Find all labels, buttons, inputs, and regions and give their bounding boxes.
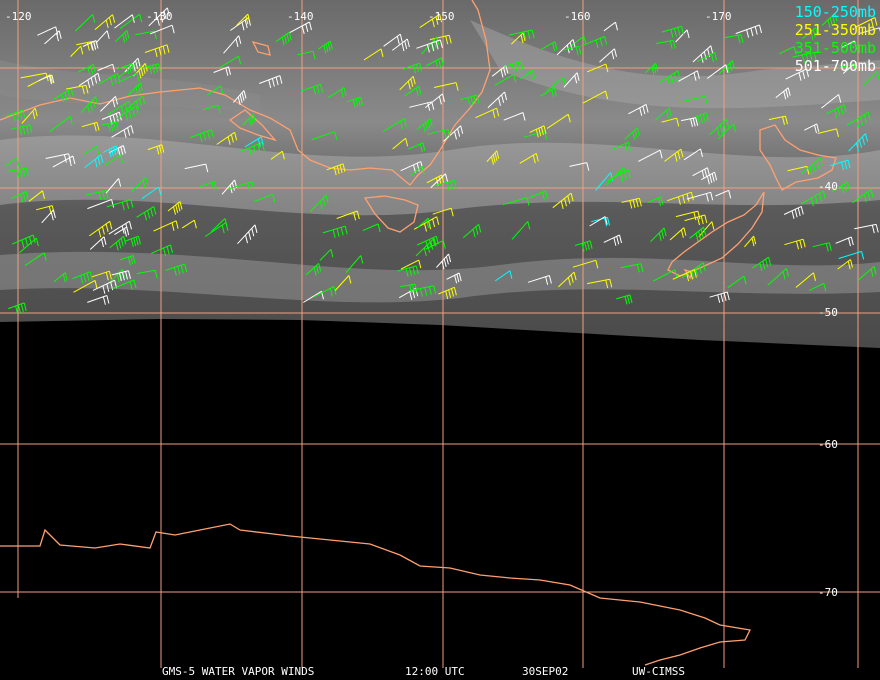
- legend-item-501-700: 501-700mb: [794, 57, 876, 75]
- footer-satellite: GMS-5 WATER VAPOR WINDS: [162, 665, 315, 678]
- lat-label-50: -50: [818, 306, 838, 319]
- lat-label-70: -70: [818, 586, 838, 599]
- lon-label-150: -150: [428, 10, 455, 23]
- lon-label-160: -160: [564, 10, 591, 23]
- footer-source: UW-CIMSS: [632, 665, 685, 678]
- footer-caption: GMS-5 WATER VAPOR WINDS 12:00 UTC 30SEP0…: [0, 665, 880, 680]
- legend-item-351-500: 351-500mb: [794, 39, 876, 57]
- coastline-segment: [0, 523, 751, 666]
- lon-label-170: -170: [705, 10, 732, 23]
- legend-item-150-250: 150-250mb: [794, 3, 876, 21]
- lat-label-60: -60: [818, 438, 838, 451]
- lon-label-140: -140: [287, 10, 314, 23]
- lon-label-130: -130: [146, 10, 173, 23]
- satellite-wind-map: -120 -130 -140 -150 -160 -170 -40 -50 -6…: [0, 0, 880, 680]
- footer-date: 30SEP02: [522, 665, 569, 678]
- footer-time: 12:00 UTC: [405, 665, 465, 678]
- legend-item-251-350: 251-350mb: [794, 21, 876, 39]
- lat-label-40: -40: [818, 180, 838, 193]
- map-canvas: -120 -130 -140 -150 -160 -170 -40 -50 -6…: [0, 0, 880, 668]
- pressure-legend: 150-250mb 251-350mb 351-500mb 501-700mb: [795, 3, 876, 75]
- lon-label-120: -120: [5, 10, 32, 23]
